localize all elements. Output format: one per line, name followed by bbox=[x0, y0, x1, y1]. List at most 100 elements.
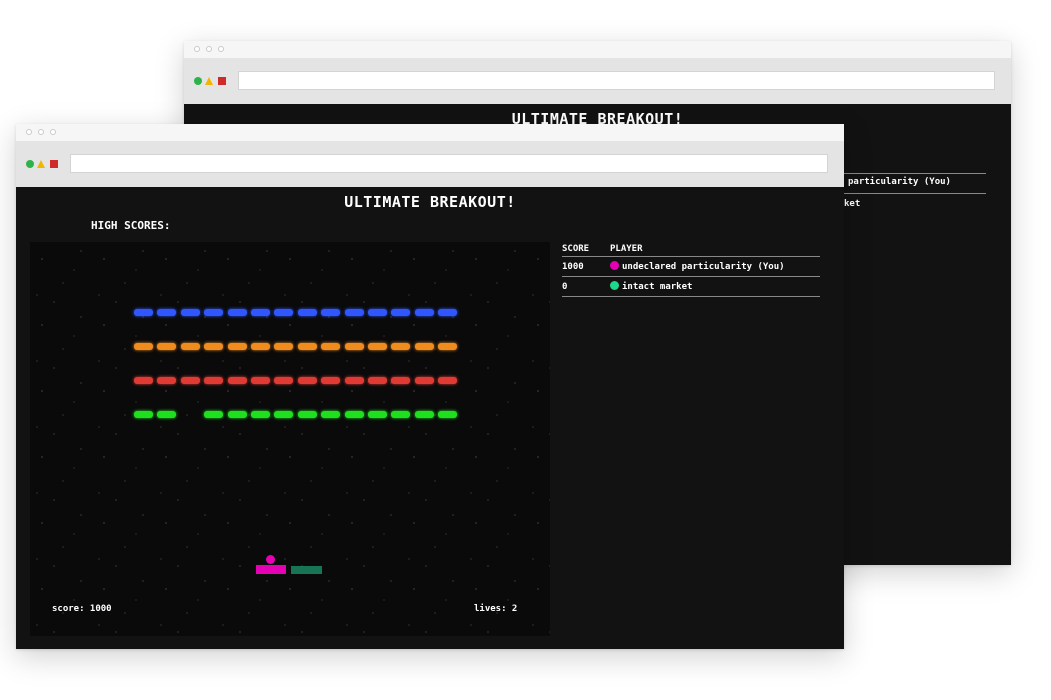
back-row-line bbox=[824, 173, 986, 174]
brick-green bbox=[157, 411, 176, 418]
brick-blue bbox=[134, 309, 153, 316]
window-dot-icon bbox=[26, 129, 32, 135]
player-cell: intact market bbox=[610, 276, 820, 297]
address-bar-area bbox=[16, 141, 844, 187]
player-name: undeclared particularity (You) bbox=[622, 262, 785, 272]
brick-green bbox=[391, 411, 410, 418]
brick-orange bbox=[251, 343, 270, 350]
game-canvas[interactable]: score: 1000 lives: 2 bbox=[30, 242, 550, 636]
score-display: score: 1000 bbox=[52, 604, 112, 614]
brick-red bbox=[274, 377, 293, 384]
brick-blue bbox=[321, 309, 340, 316]
yellow-triangle-icon bbox=[205, 77, 213, 85]
player-paddle[interactable] bbox=[256, 565, 286, 574]
brick-orange bbox=[298, 343, 317, 350]
brick-red bbox=[345, 377, 364, 384]
brick-orange bbox=[274, 343, 293, 350]
brick-blue bbox=[415, 309, 434, 316]
brick-orange bbox=[134, 343, 153, 350]
brick-orange bbox=[228, 343, 247, 350]
window-dot-icon bbox=[194, 46, 200, 52]
player-color-dot-icon bbox=[610, 261, 619, 270]
player-cell: undeclared particularity (You) bbox=[610, 256, 820, 277]
brick-orange bbox=[321, 343, 340, 350]
brick-green bbox=[274, 411, 293, 418]
brick-blue bbox=[204, 309, 223, 316]
brick-orange bbox=[157, 343, 176, 350]
table-row: 0 intact market bbox=[562, 276, 820, 297]
address-bar[interactable] bbox=[238, 71, 995, 90]
score-cell: 0 bbox=[562, 276, 610, 297]
high-scores-label: HIGH SCORES: bbox=[91, 219, 171, 232]
brick-orange bbox=[204, 343, 223, 350]
green-circle-icon bbox=[26, 160, 34, 168]
window-dot-icon bbox=[38, 129, 44, 135]
brick-green bbox=[204, 411, 223, 418]
brick-green bbox=[438, 411, 457, 418]
brick-orange bbox=[345, 343, 364, 350]
brick-red bbox=[181, 377, 200, 384]
title-bar bbox=[16, 124, 844, 142]
lives-display: lives: 2 bbox=[474, 604, 518, 614]
score-column-header: SCORE bbox=[562, 244, 610, 257]
brick-blue bbox=[391, 309, 410, 316]
brick-blue bbox=[157, 309, 176, 316]
starfield-background bbox=[30, 242, 550, 636]
brick-green bbox=[345, 411, 364, 418]
title-bar bbox=[184, 41, 1011, 59]
back-player-fragment: particularity (You) bbox=[848, 177, 951, 187]
yellow-triangle-icon bbox=[37, 160, 45, 168]
brick-blue bbox=[368, 309, 387, 316]
table-row: 1000 undeclared particularity (You) bbox=[562, 256, 820, 277]
brick-red bbox=[204, 377, 223, 384]
brick-red bbox=[251, 377, 270, 384]
brick-blue bbox=[251, 309, 270, 316]
red-square-icon bbox=[50, 160, 58, 168]
brick-blue bbox=[345, 309, 364, 316]
brick-blue bbox=[181, 309, 200, 316]
ball bbox=[266, 555, 275, 564]
brick-red bbox=[157, 377, 176, 384]
brick-orange bbox=[368, 343, 387, 350]
brick-green bbox=[298, 411, 317, 418]
address-bar-area bbox=[184, 58, 1011, 104]
brick-blue bbox=[438, 309, 457, 316]
brick-green bbox=[368, 411, 387, 418]
brick-green bbox=[415, 411, 434, 418]
address-bar[interactable] bbox=[70, 154, 828, 173]
table-header-row: SCORE PLAYER bbox=[562, 244, 820, 257]
window-dot-icon bbox=[50, 129, 56, 135]
brick-red bbox=[228, 377, 247, 384]
player-name: intact market bbox=[622, 282, 693, 292]
page-content: ULTIMATE BREAKOUT! HIGH SCORES: score: 1… bbox=[16, 187, 844, 649]
brick-orange bbox=[181, 343, 200, 350]
game-title: ULTIMATE BREAKOUT! bbox=[344, 193, 516, 211]
brick-green bbox=[321, 411, 340, 418]
brick-orange bbox=[438, 343, 457, 350]
brick-red bbox=[438, 377, 457, 384]
brick-red bbox=[368, 377, 387, 384]
brick-red bbox=[321, 377, 340, 384]
brick-orange bbox=[391, 343, 410, 350]
player-color-dot-icon bbox=[610, 281, 619, 290]
brick-blue bbox=[274, 309, 293, 316]
brick-red bbox=[415, 377, 434, 384]
brick-red bbox=[134, 377, 153, 384]
back-player-fragment: ket bbox=[844, 199, 861, 209]
opponent-paddle bbox=[291, 566, 322, 574]
high-scores-table: SCORE PLAYER 1000 undeclared particulari… bbox=[562, 244, 820, 297]
brick-green bbox=[228, 411, 247, 418]
red-square-icon bbox=[218, 77, 226, 85]
brick-blue bbox=[298, 309, 317, 316]
back-row-line bbox=[824, 193, 986, 194]
browser-window-front: ULTIMATE BREAKOUT! HIGH SCORES: score: 1… bbox=[16, 124, 844, 649]
brick-red bbox=[298, 377, 317, 384]
brick-green bbox=[251, 411, 270, 418]
player-column-header: PLAYER bbox=[610, 244, 820, 257]
brick-orange bbox=[415, 343, 434, 350]
window-dot-icon bbox=[206, 46, 212, 52]
green-circle-icon bbox=[194, 77, 202, 85]
brick-blue bbox=[228, 309, 247, 316]
score-cell: 1000 bbox=[562, 256, 610, 277]
brick-red bbox=[391, 377, 410, 384]
